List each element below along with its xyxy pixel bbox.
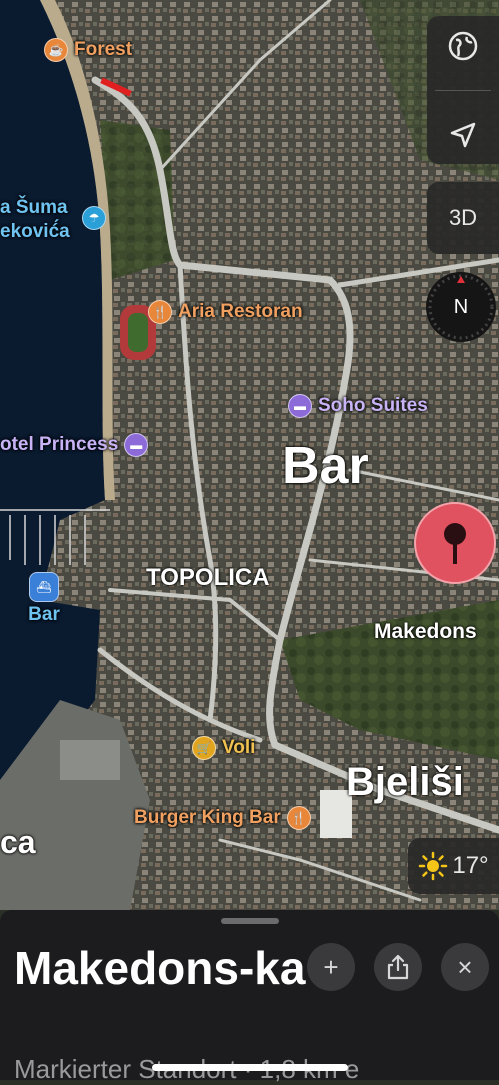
sun-icon [419,851,448,881]
3d-toggle-button[interactable]: 3D [427,182,499,254]
share-button[interactable] [374,943,422,991]
restaurant-icon: 🍴 [148,300,172,324]
share-icon [387,954,409,980]
city-label-bar: Bar [282,437,369,495]
poi-soho-label: Soho Suites [318,395,428,416]
poi-hotel-princess[interactable]: otel Princess ▬ [0,433,149,457]
place-title: Makedons-ka [14,942,306,994]
restaurant-icon: 🍴 [286,806,311,830]
globe-icon[interactable] [448,31,478,61]
plus-icon: + [323,951,339,982]
poi-aria-label: Aria Restoran [178,301,303,322]
poi-burger-king-label: Burger King Bar [134,807,281,828]
map-controls-group [427,16,499,164]
cafe-icon: ☕ [44,38,68,62]
poi-soho-suites[interactable]: ▬ Soho Suites [288,394,428,418]
location-arrow-icon[interactable] [448,120,478,150]
weather-badge[interactable]: 17° [408,838,499,894]
dropped-pin-marker[interactable] [414,502,496,584]
poi-suma-label-1: a Šuma [0,197,68,218]
3d-label: 3D [448,205,478,230]
bed-icon: ▬ [124,433,149,457]
compass-button[interactable]: N [426,272,496,342]
add-button[interactable]: + [307,943,355,991]
district-label-bjelisi: Bjeliši [346,760,464,804]
poi-suma-label-2: eković́a [0,221,70,242]
shopping-cart-icon: 🛒 [192,736,216,760]
home-indicator[interactable] [152,1064,348,1071]
poi-suma[interactable]: a Šuma eković́a [0,196,70,244]
pin-icon [444,523,466,564]
poi-bar-port[interactable]: ⛴ Bar [24,572,64,626]
controls-divider [435,89,491,91]
sheet-grabber[interactable] [221,918,279,924]
poi-aria-restoran[interactable]: 🍴 Aria Restoran [148,300,303,324]
place-card-sheet[interactable]: Makedons-ka + × Markierter Standort · 1,… [0,910,499,1084]
city-label-ca: ca [0,824,36,860]
beach-umbrella-icon[interactable]: ☂ [82,206,106,230]
poi-forest-label: Forest [74,39,133,60]
marker-label-makedonska: Makedons [374,620,477,643]
poi-voli-label: Voli [222,737,256,758]
map-view[interactable]: ☕ Forest a Šuma eković́a ☂ 🍴 Aria Restor… [0,0,499,910]
bed-icon: ▬ [288,394,312,418]
poi-princess-label: otel Princess [0,434,119,455]
district-label-topolica: TOPOLICA [146,564,270,591]
poi-voli[interactable]: 🛒 Voli [192,736,255,760]
close-icon: × [457,951,473,982]
temperature-label: 17° [452,852,489,879]
ferry-icon: ⛴ [29,572,59,602]
poi-bar-port-label: Bar [28,604,60,625]
close-button[interactable]: × [441,943,489,991]
poi-forest[interactable]: ☕ Forest [44,38,132,62]
poi-burger-king[interactable]: Burger King Bar 🍴 [134,806,311,830]
compass-north-label: N [453,295,469,318]
